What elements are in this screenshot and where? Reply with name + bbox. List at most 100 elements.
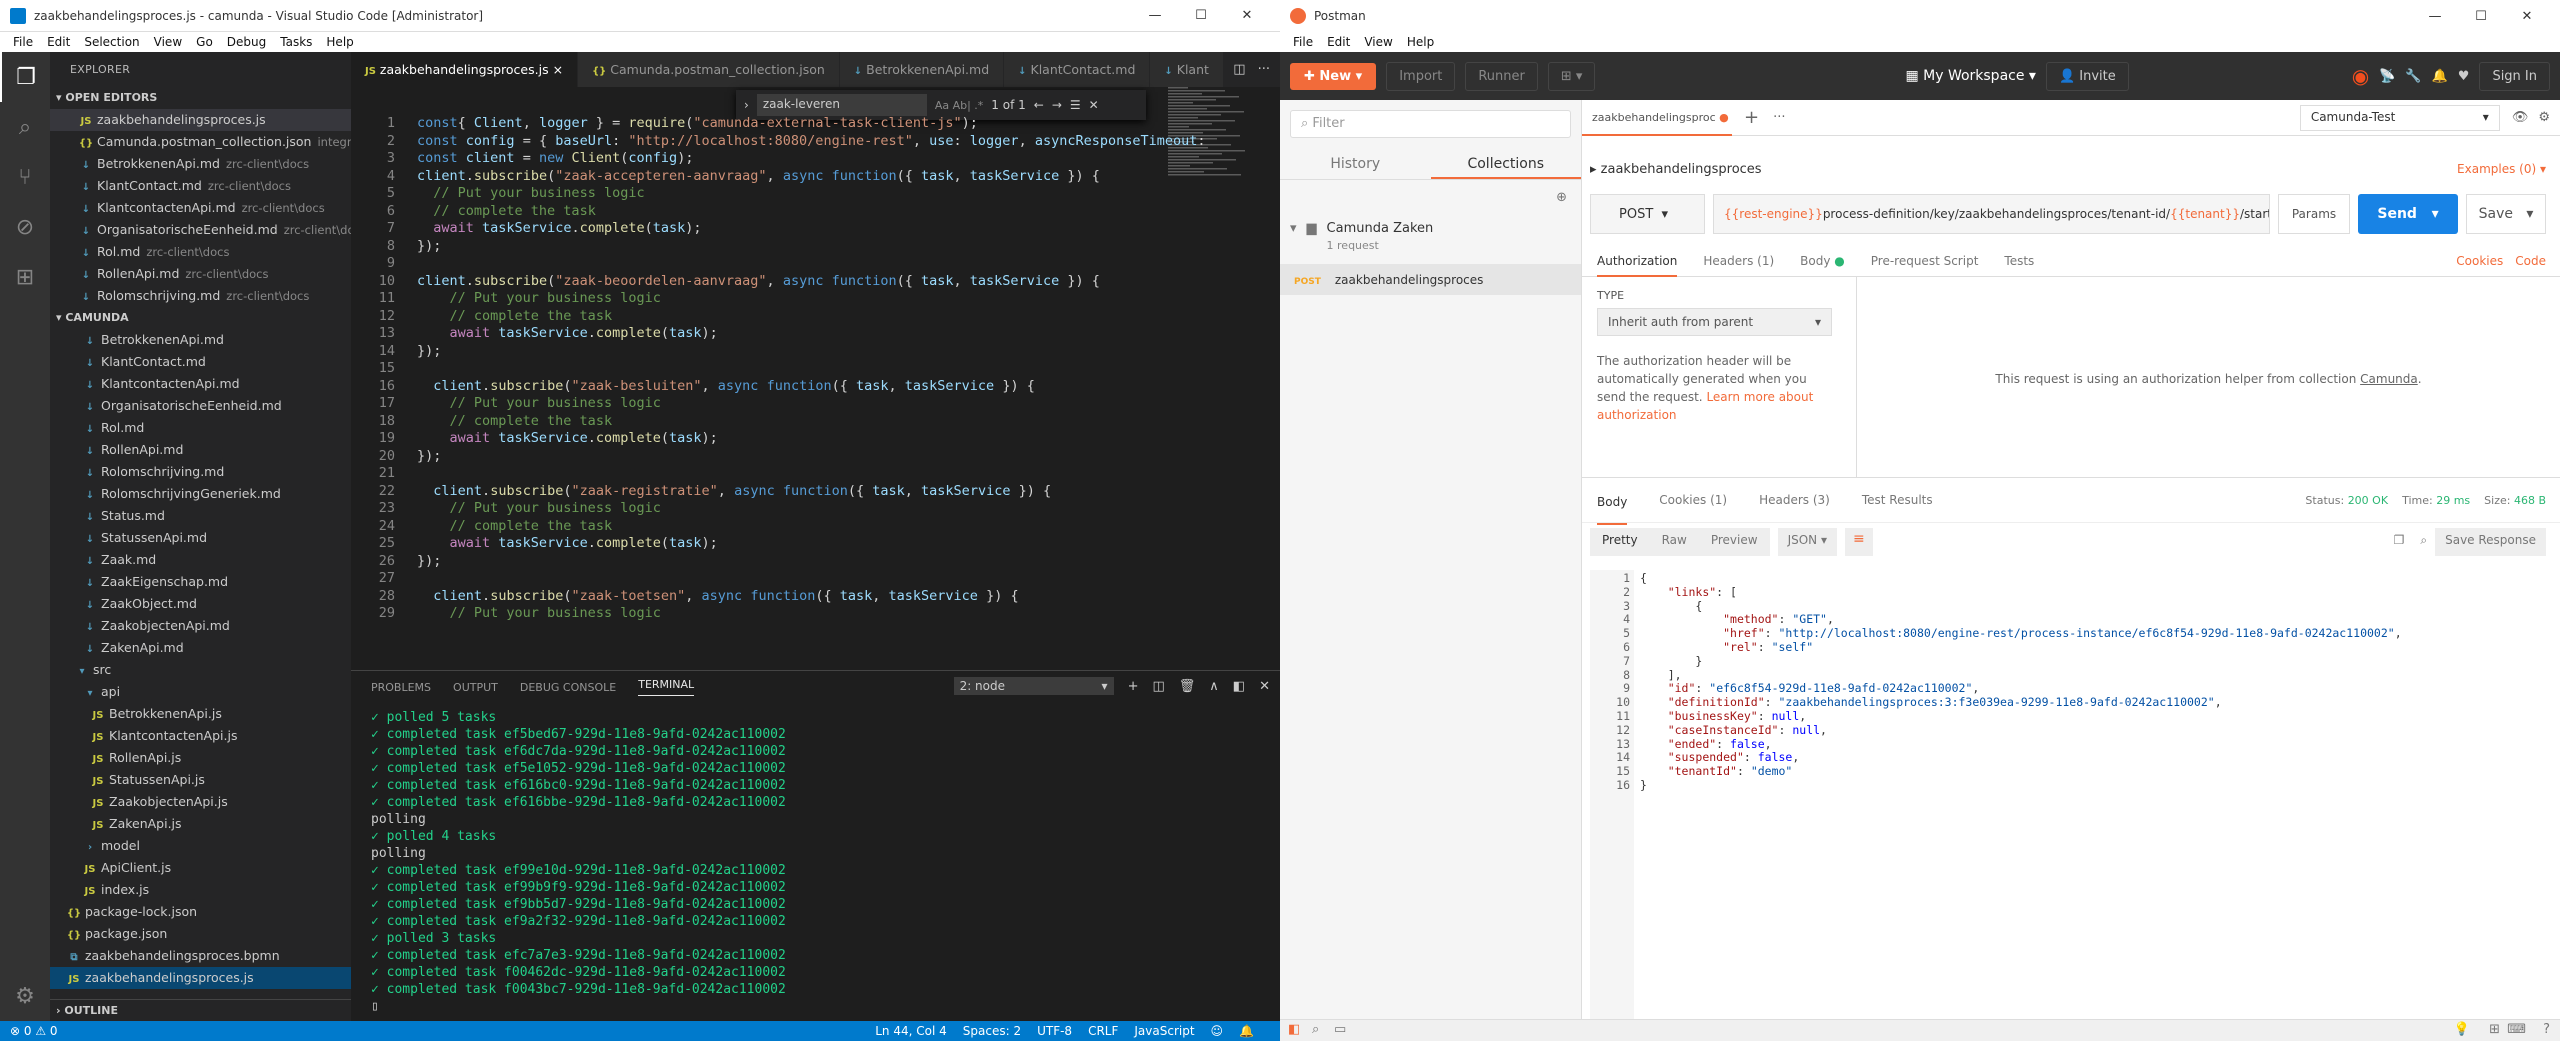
find-in-selection-icon[interactable]: ☰	[1070, 98, 1081, 112]
cookies-link[interactable]: Cookies	[2456, 254, 2503, 268]
split-terminal-icon[interactable]: ◫	[1152, 679, 1164, 694]
tree-item[interactable]: JS zaakbehandelingsproces.js	[50, 967, 351, 989]
resp-tab-cookies[interactable]: Cookies (1)	[1659, 493, 1727, 507]
copy-icon[interactable]: ❐	[2386, 528, 2413, 556]
outline-header[interactable]: › OUTLINE	[50, 999, 351, 1021]
eye-icon[interactable]: 👁	[2512, 110, 2529, 125]
console-icon[interactable]: ▭	[1334, 1022, 1346, 1037]
tree-item[interactable]: ▾ api	[50, 681, 351, 703]
open-editor-item[interactable]: ↓ RollenApi.md zrc-client\docs	[50, 263, 351, 285]
maximize-icon[interactable]: ☐	[1178, 8, 1224, 23]
find-options[interactable]: Aa Ab| .*	[935, 99, 983, 112]
tree-item[interactable]: JS KlantcontactenApi.js	[50, 725, 351, 747]
problems-count[interactable]: ⊗ 0 ⚠ 0	[10, 1024, 58, 1038]
tree-item[interactable]: ↓ ZaakobjectenApi.md	[50, 615, 351, 637]
new-window-button[interactable]: ⊞ ▾	[1547, 61, 1596, 91]
help-icon[interactable]: ?	[2543, 1022, 2550, 1037]
maximize-icon[interactable]: ☐	[2458, 9, 2504, 24]
find-icon[interactable]: ⌕	[1312, 1022, 1319, 1037]
environment-select[interactable]: Camunda-Test ▾	[2299, 104, 2500, 131]
menu-selection[interactable]: Selection	[77, 35, 146, 49]
prev-match-icon[interactable]: ←	[1034, 98, 1044, 112]
open-editor-item[interactable]: {}Camunda.postman_collection.json integra…	[50, 131, 351, 153]
tree-item[interactable]: ↓ KlantContact.md	[50, 351, 351, 373]
close-panel-icon[interactable]: ✕	[1259, 679, 1270, 694]
gear-icon[interactable]: ⚙	[2538, 110, 2550, 125]
method-select[interactable]: POST ▾	[1590, 194, 1705, 234]
save-response-button[interactable]: Save Response	[2435, 528, 2546, 556]
tab-pre-request[interactable]: Pre-request Script	[1871, 254, 1979, 268]
search-icon[interactable]: ⌕	[2412, 528, 2435, 556]
minimize-icon[interactable]: —	[2412, 9, 2458, 24]
open-editor-item[interactable]: ↓ Rol.md zrc-client\docs	[50, 241, 351, 263]
menu-view[interactable]: View	[147, 35, 189, 49]
editor-tab[interactable]: {} Camunda.postman_collection.json	[578, 52, 840, 87]
send-button[interactable]: Send ▾	[2358, 194, 2458, 234]
request-item[interactable]: POST zaakbehandelingsproces	[1280, 265, 1581, 295]
menu-go[interactable]: Go	[189, 35, 220, 49]
line-ending[interactable]: CRLF	[1088, 1024, 1118, 1038]
tab-output[interactable]: OUTPUT	[453, 681, 498, 694]
tree-item[interactable]: ↓ Rol.md	[50, 417, 351, 439]
resp-tab-tests[interactable]: Test Results	[1862, 493, 1933, 507]
debug-icon[interactable]: ⊘	[0, 202, 50, 252]
editor-tab[interactable]: ↓ Klant	[1150, 52, 1224, 87]
tree-item[interactable]: ↓ KlantcontactenApi.md	[50, 373, 351, 395]
tab-history[interactable]: History	[1280, 148, 1431, 179]
open-editor-item[interactable]: ↓ KlantcontactenApi.md zrc-client\docs	[50, 197, 351, 219]
tab-headers[interactable]: Headers (1)	[1703, 254, 1774, 268]
breadcrumb-name[interactable]: zaakbehandelingsproces	[1601, 162, 1762, 177]
tab-tests[interactable]: Tests	[2004, 254, 2034, 268]
trash-icon[interactable]: 🗑	[1179, 679, 1196, 694]
maximize-panel-icon[interactable]: ∧	[1209, 679, 1219, 694]
view-raw[interactable]: Raw	[1649, 528, 1699, 556]
explorer-icon[interactable]: ❐	[0, 52, 50, 102]
format-select[interactable]: JSON ▾	[1777, 528, 1837, 556]
menu-file[interactable]: File	[1286, 35, 1320, 49]
layout-icon[interactable]: ⊞	[2489, 1022, 2500, 1037]
tab-terminal[interactable]: TERMINAL	[638, 678, 695, 696]
close-icon[interactable]: ✕	[2504, 9, 2550, 24]
menu-debug[interactable]: Debug	[220, 35, 273, 49]
tree-item[interactable]: ↓ OrganisatorischeEenheid.md	[50, 395, 351, 417]
feedback-smiley-icon[interactable]: ☺	[1211, 1024, 1224, 1038]
tree-item[interactable]: ↓ Status.md	[50, 505, 351, 527]
tree-item[interactable]: ↓ ZaakEigenschap.md	[50, 571, 351, 593]
extensions-icon[interactable]: ⊞	[0, 252, 50, 302]
menu-edit[interactable]: Edit	[1320, 35, 1357, 49]
wrap-lines-icon[interactable]: ≡	[1844, 528, 1873, 556]
open-editor-item[interactable]: ↓ BetrokkenenApi.md zrc-client\docs	[50, 153, 351, 175]
filter-input[interactable]: ⌕ Filter	[1290, 110, 1571, 138]
search-icon[interactable]: ⌕	[0, 102, 50, 152]
cursor-position[interactable]: Ln 44, Col 4	[875, 1024, 947, 1038]
invite-button[interactable]: 👤 Invite	[2045, 61, 2129, 91]
view-pretty[interactable]: Pretty	[1590, 528, 1650, 556]
workspace-switcher[interactable]: ▦ My Workspace ▾	[1905, 68, 2036, 84]
code-link[interactable]: Code	[2515, 254, 2546, 268]
import-button[interactable]: Import	[1386, 61, 1456, 91]
tree-item[interactable]: ↓ Rolomschrijving.md	[50, 461, 351, 483]
tree-item[interactable]: ↓ StatussenApi.md	[50, 527, 351, 549]
tree-item[interactable]: › model	[50, 835, 351, 857]
tree-item[interactable]: ▾ src	[50, 659, 351, 681]
new-collection-icon[interactable]: ⊕	[1280, 180, 1581, 215]
tab-authorization[interactable]: Authorization	[1597, 254, 1678, 277]
examples-dropdown[interactable]: Examples (0) ▾	[2457, 162, 2546, 176]
tab-debug-console[interactable]: DEBUG CONSOLE	[520, 681, 616, 694]
notifications-bell-icon[interactable]: 🔔	[2432, 69, 2448, 84]
notifications-bell-icon[interactable]: 🔔	[1239, 1024, 1254, 1038]
tree-item[interactable]: JS ZakenApi.js	[50, 813, 351, 835]
language-mode[interactable]: JavaScript	[1134, 1024, 1194, 1038]
editor-tab[interactable]: JS zaakbehandelingsproces.js ×	[351, 52, 579, 87]
heart-icon[interactable]: ♥	[2458, 69, 2470, 84]
panel-layout-icon[interactable]: ◧	[1233, 679, 1245, 694]
capture-icon[interactable]: 📡	[2379, 69, 2395, 84]
tree-item[interactable]: JS BetrokkenenApi.js	[50, 703, 351, 725]
tree-item[interactable]: ↓ ZaakObject.md	[50, 593, 351, 615]
add-tab-icon[interactable]: +	[1744, 107, 1759, 128]
tree-item[interactable]: ↓ ZakenApi.md	[50, 637, 351, 659]
save-button[interactable]: Save ▾	[2466, 194, 2546, 234]
tree-item[interactable]: {} package.json	[50, 923, 351, 945]
close-tab-icon[interactable]: ×	[553, 62, 563, 77]
open-editor-item[interactable]: ↓ Rolomschrijving.md zrc-client\docs	[50, 285, 351, 307]
